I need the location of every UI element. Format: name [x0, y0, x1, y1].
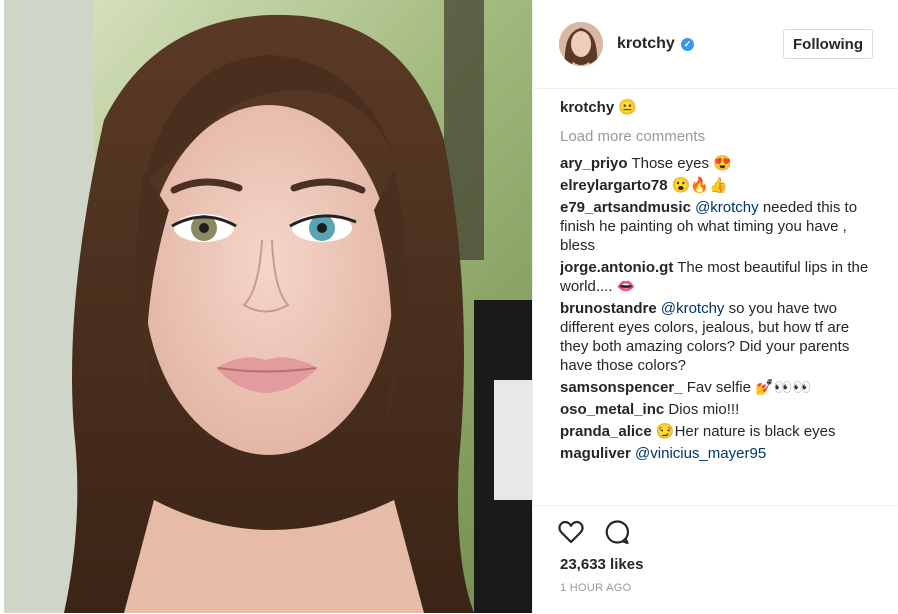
post-actions: 23,633 likes 1 HOUR AGO: [533, 505, 898, 614]
verified-badge-icon: ✓: [681, 38, 694, 51]
comment-item: jorge.antonio.gt The most beautiful lips…: [560, 258, 880, 296]
header-username[interactable]: krotchy: [617, 35, 675, 53]
post-header: krotchy ✓ Following: [533, 0, 898, 89]
comment-text: 😏Her nature is black eyes: [655, 423, 836, 440]
comment-username[interactable]: brunostandre: [560, 300, 657, 317]
likes-count[interactable]: 23,633 likes: [560, 556, 643, 573]
avatar[interactable]: [559, 22, 603, 66]
comment-item: oso_metal_inc Dios mio!!!: [560, 400, 880, 419]
load-more-comments-link[interactable]: Load more comments: [560, 127, 880, 146]
comment-username[interactable]: elreylargarto78: [560, 177, 668, 194]
comment-username[interactable]: ary_priyo: [560, 155, 628, 172]
comment-mention[interactable]: @vinicius_mayer95: [635, 445, 766, 462]
comment-mention[interactable]: @krotchy: [661, 300, 725, 317]
speech-bubble-icon[interactable]: [603, 518, 631, 546]
comment-item: elreylargarto78 😮🔥👍: [560, 176, 880, 195]
caption-emoji: 😐: [618, 99, 638, 116]
comment-mention[interactable]: @krotchy: [695, 199, 759, 216]
caption-username[interactable]: krotchy: [560, 99, 614, 116]
comment-item: brunostandre @krotchy so you have two di…: [560, 299, 880, 375]
heart-outline-icon[interactable]: [557, 518, 585, 546]
post-side-panel: krotchy ✓ Following krotchy 😐 Load more …: [532, 0, 898, 613]
comment-text: Dios mio!!!: [668, 401, 740, 418]
comment-text: 😮🔥👍: [671, 177, 728, 194]
comment-username[interactable]: maguliver: [560, 445, 631, 462]
comment-username[interactable]: pranda_alice: [560, 423, 652, 440]
comment-text: Those eyes 😍: [631, 155, 732, 172]
comment-item: e79_artsandmusic @krotchy needed this to…: [560, 198, 880, 255]
selfie-image: [4, 0, 532, 613]
avatar-image: [559, 22, 603, 66]
comment-username[interactable]: oso_metal_inc: [560, 401, 664, 418]
comment-text: Fav selfie 💅👀👀: [686, 379, 812, 396]
comment-username[interactable]: e79_artsandmusic: [560, 199, 691, 216]
post-timestamp[interactable]: 1 HOUR AGO: [560, 582, 631, 594]
comment-item: pranda_alice 😏Her nature is black eyes: [560, 422, 880, 441]
following-button[interactable]: Following: [783, 29, 873, 59]
comment-item: samsonspencer_ Fav selfie 💅👀👀: [560, 378, 880, 397]
caption: krotchy 😐: [560, 98, 880, 117]
comment-item: ary_priyo Those eyes 😍: [560, 154, 880, 173]
post-photo[interactable]: [4, 0, 532, 613]
comments-list[interactable]: krotchy 😐 Load more comments ary_priyo T…: [560, 98, 880, 505]
comment-item: maguliver @vinicius_mayer95: [560, 444, 880, 463]
comment-username[interactable]: samsonspencer_: [560, 379, 683, 396]
comment-username[interactable]: jorge.antonio.gt: [560, 259, 673, 276]
